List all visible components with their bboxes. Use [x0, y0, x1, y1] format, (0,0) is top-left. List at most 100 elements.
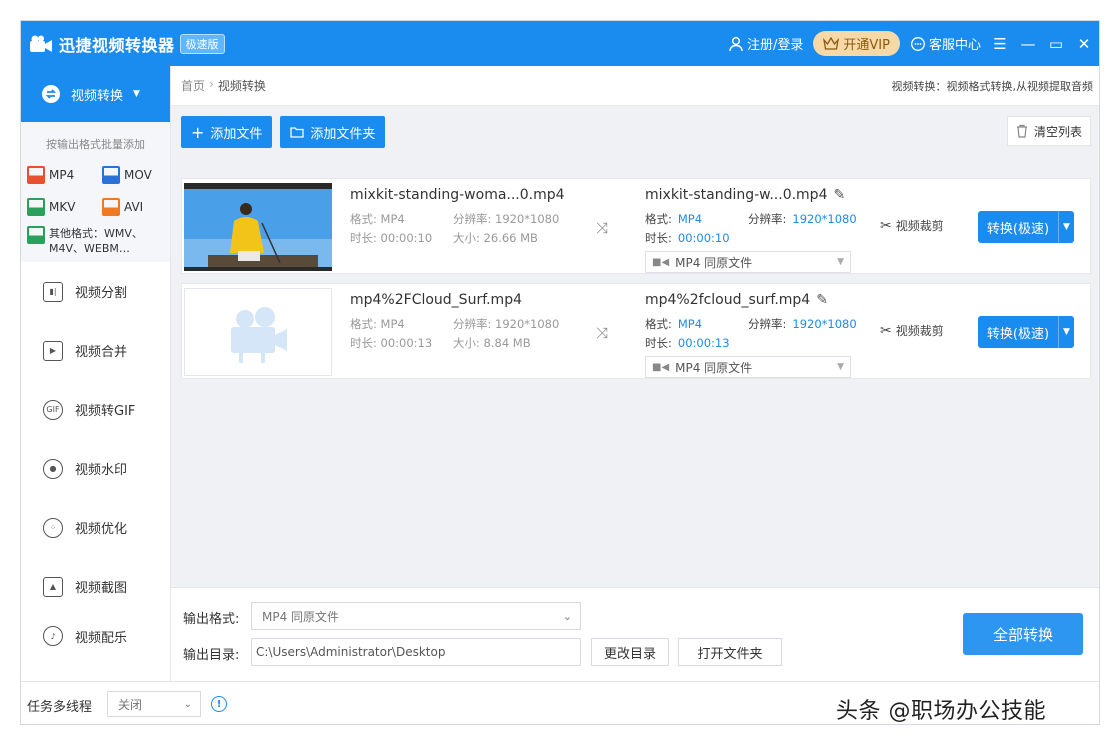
convert-button[interactable]: 转换(极速) — [978, 316, 1058, 348]
output-dir-field[interactable]: C:\Users\Administrator\Desktop — [251, 638, 581, 666]
output-format-label: 输出格式: — [183, 608, 239, 627]
minimize-icon[interactable]: — — [1019, 35, 1037, 53]
source-resolution: 分辨率: 1920*1080 — [453, 316, 559, 332]
vip-button[interactable]: 开通VIP — [813, 31, 900, 56]
scissors-icon: ✂ — [880, 323, 892, 339]
output-duration: 时长:00:00:13 — [645, 335, 730, 351]
sidebar-item-label: 视频转GIF — [75, 400, 135, 419]
mkv-file-icon — [27, 198, 45, 216]
sidebar-item-screenshot[interactable]: ▲ 视频截图 — [21, 557, 170, 616]
shuffle-arrow-icon: ⤨ — [596, 324, 608, 342]
other-formats-label: 其他格式：WMV、M4V、WEBM… — [49, 226, 164, 256]
output-settings: 输出格式: MP4 同原文件 ⌄ 输出目录: C:\Users\Administ… — [171, 587, 1100, 681]
sidebar-item-split[interactable]: ▮| 视频分割 — [21, 262, 170, 321]
scissors-icon: ✂ — [880, 218, 892, 234]
clear-list-label: 清空列表 — [1034, 123, 1082, 140]
source-file-name: mixkit-standing-woma...0.mp4 — [350, 187, 565, 203]
breadcrumb: 首页 › 视频转换 — [181, 77, 266, 94]
sidebar-item-label: 视频优化 — [75, 518, 127, 537]
output-dir-label: 输出目录: — [183, 644, 239, 663]
sidebar-item-optimize[interactable]: ⁘ 视频优化 — [21, 498, 170, 557]
format-avi[interactable]: AVI — [102, 198, 177, 216]
output-format-dropdown[interactable]: MP4 同原文件 ⌄ — [251, 602, 581, 630]
convert-dropdown-icon[interactable]: ▼ — [1058, 211, 1074, 243]
sidebar-item-label: 视频水印 — [75, 459, 127, 478]
video-cut-button[interactable]: ✂ 视频裁剪 — [880, 217, 944, 234]
source-format: 格式: MP4 — [350, 211, 405, 227]
edition-badge: 极速版 — [180, 34, 225, 54]
sidebar-item-music[interactable]: ♪ 视频配乐 — [21, 616, 170, 646]
sidebar-item-label: 视频配乐 — [75, 627, 127, 646]
video-camera-placeholder-icon — [185, 289, 331, 375]
music-icon: ♪ — [43, 626, 63, 646]
merge-icon: ▶ — [43, 341, 63, 361]
format-mp4[interactable]: MP4 — [27, 166, 102, 184]
format-other[interactable]: 其他格式：WMV、M4V、WEBM… — [21, 226, 170, 256]
multithread-select[interactable]: 关闭 ⌄ — [107, 691, 201, 717]
mov-file-icon — [102, 166, 120, 184]
edit-pencil-icon[interactable]: ✎ — [816, 292, 828, 308]
output-format-select[interactable]: ■◀ MP4 同原文件 ▼ — [645, 251, 851, 273]
chat-icon — [910, 36, 926, 52]
login-link[interactable]: 注册/登录 — [728, 34, 803, 53]
add-file-button[interactable]: + 添加文件 — [181, 116, 272, 148]
screenshot-icon: ▲ — [43, 577, 63, 597]
source-size: 大小: 8.84 MB — [453, 335, 531, 351]
clear-list-button[interactable]: 清空列表 — [1007, 116, 1091, 146]
video-thumbnail-placeholder — [184, 288, 332, 376]
caret-down-icon: ▼ — [837, 362, 844, 372]
sidebar-item-video-convert[interactable]: 视频转换 ▼ — [21, 66, 170, 122]
format-mkv[interactable]: MKV — [27, 198, 102, 216]
format-mov[interactable]: MOV — [102, 166, 177, 184]
folder-icon — [290, 126, 304, 138]
video-camera-icon: ■◀ — [652, 257, 669, 268]
sidebar-item-label: 视频转换 — [71, 85, 123, 104]
output-duration: 时长:00:00:10 — [645, 230, 730, 246]
convert-all-button[interactable]: 全部转换 — [963, 613, 1083, 655]
optimize-icon: ⁘ — [43, 518, 63, 538]
add-folder-label: 添加文件夹 — [310, 123, 375, 142]
chevron-right-icon: › — [209, 77, 214, 94]
menu-icon[interactable]: ☰ — [991, 35, 1009, 53]
breadcrumb-home[interactable]: 首页 — [181, 77, 205, 94]
source-resolution: 分辨率: 1920*1080 — [453, 211, 559, 227]
camera-logo-icon — [29, 34, 53, 54]
sidebar-item-gif[interactable]: GIF 视频转GIF — [21, 380, 170, 439]
app-window: 迅捷视频转换器 极速版 注册/登录 开通VIP 客服中心 ☰ — ▭ ✕ — [20, 20, 1100, 725]
output-format: 格式:MP4 — [645, 211, 702, 227]
add-folder-button[interactable]: 添加文件夹 — [280, 116, 385, 148]
avi-file-icon — [102, 198, 120, 216]
sidebar-item-watermark[interactable]: ● 视频水印 — [21, 439, 170, 498]
chevron-down-icon: ⌄ — [184, 699, 192, 710]
file-row: mp4%2FCloud_Surf.mp4 格式: MP4 分辨率: 1920*1… — [181, 283, 1091, 379]
edit-pencil-icon[interactable]: ✎ — [833, 187, 845, 203]
service-link[interactable]: 客服中心 — [910, 34, 981, 53]
output-file-name: mixkit-standing-w...0.mp4 ✎ — [645, 187, 845, 203]
sidebar-item-label: 视频分割 — [75, 282, 127, 301]
mp4-file-icon — [27, 166, 45, 184]
output-file-name: mp4%2fcloud_surf.mp4 ✎ — [645, 292, 828, 308]
open-folder-button[interactable]: 打开文件夹 — [678, 638, 782, 666]
change-dir-button[interactable]: 更改目录 — [591, 638, 669, 666]
batch-format-panel: 按输出格式批量添加 MP4 MOV MKV AVI — [21, 122, 170, 262]
source-format: 格式: MP4 — [350, 316, 405, 332]
output-resolution: 分辨率:1920*1080 — [748, 316, 857, 332]
info-icon[interactable]: ! — [211, 696, 227, 712]
video-camera-icon: ■◀ — [652, 362, 669, 373]
source-duration: 时长: 00:00:10 — [350, 230, 432, 246]
video-cut-button[interactable]: ✂ 视频裁剪 — [880, 322, 944, 339]
maximize-icon[interactable]: ▭ — [1047, 35, 1065, 53]
output-format: 格式:MP4 — [645, 316, 702, 332]
sidebar-item-label: 视频合并 — [75, 341, 127, 360]
convert-dropdown-icon[interactable]: ▼ — [1058, 316, 1074, 348]
sidebar-item-merge[interactable]: ▶ 视频合并 — [21, 321, 170, 380]
format-label: MOV — [124, 168, 152, 182]
watermark-text: 头条 @职场办公技能 — [836, 693, 1046, 725]
close-icon[interactable]: ✕ — [1075, 35, 1093, 53]
breadcrumb-current: 视频转换 — [218, 77, 266, 94]
convert-button[interactable]: 转换(极速) — [978, 211, 1058, 243]
batch-title: 按输出格式批量添加 — [21, 122, 170, 162]
source-duration: 时长: 00:00:13 — [350, 335, 432, 351]
output-format-select[interactable]: ■◀ MP4 同原文件 ▼ — [645, 356, 851, 378]
app-title: 迅捷视频转换器 — [59, 32, 175, 56]
